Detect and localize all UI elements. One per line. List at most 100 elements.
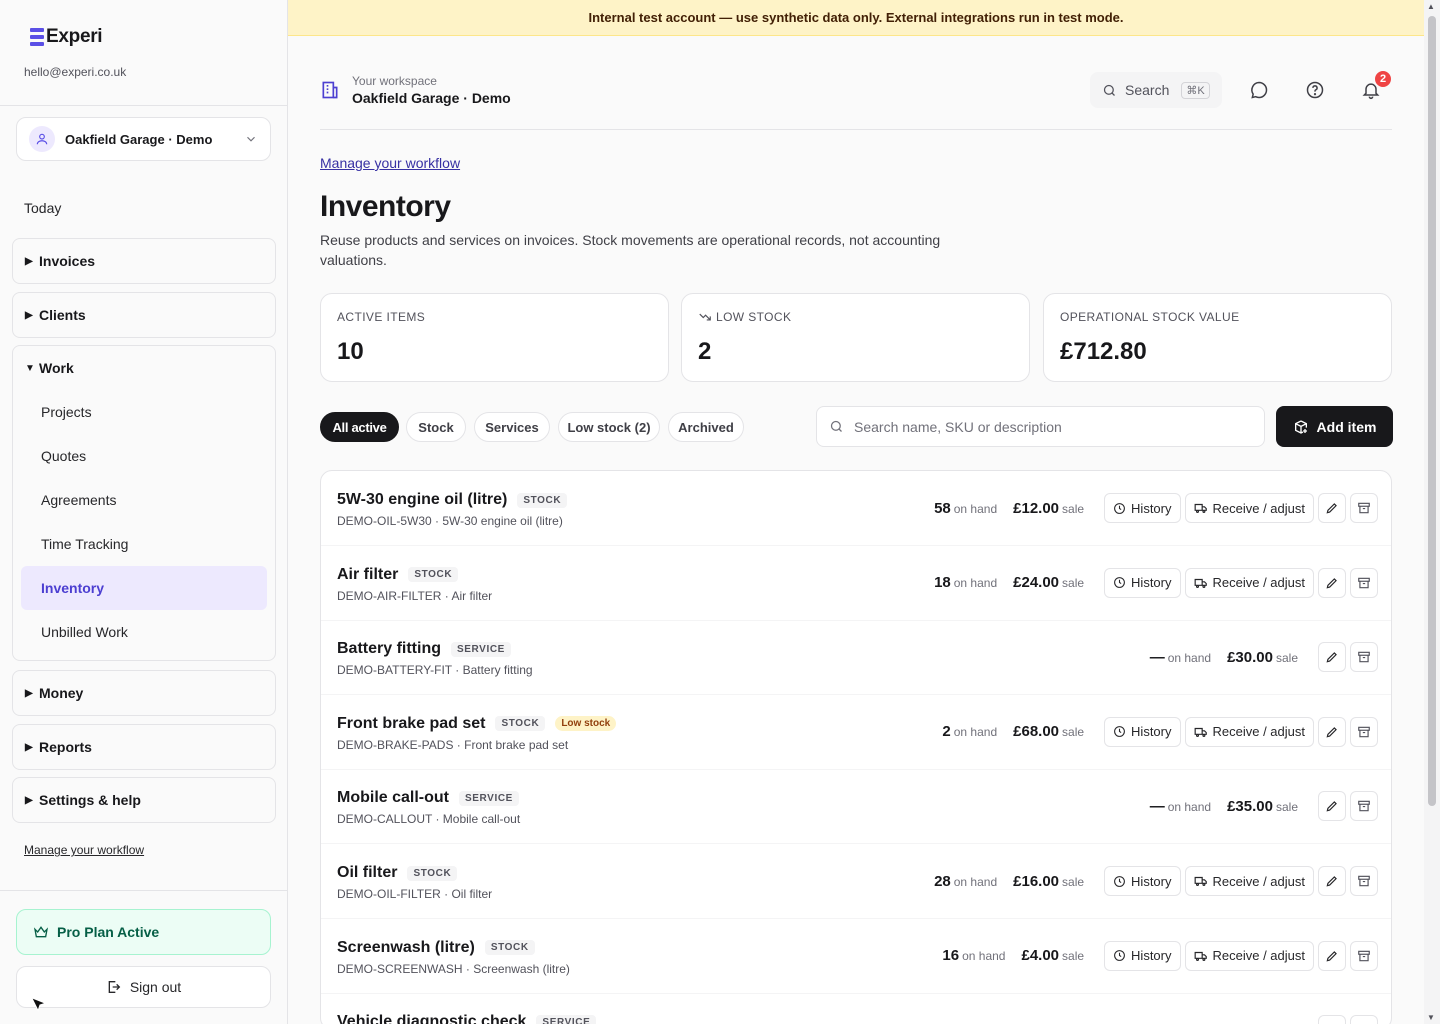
filter-all-active[interactable]: All active [320, 412, 399, 442]
scroll-down-icon[interactable]: ▼ [1427, 1013, 1435, 1022]
history-button[interactable]: History [1104, 716, 1181, 747]
inventory-row: 5W-30 engine oil (litre) STOCK DEMO-OIL-5W… [321, 471, 1391, 546]
clock-icon [1114, 502, 1125, 514]
item-sku-description: DEMO-SCREENWASH · Screenwash (litre) [337, 961, 570, 976]
brand-name: Experi [46, 26, 103, 47]
edit-button[interactable] [1318, 791, 1346, 822]
item-name[interactable]: Mobile call-out [337, 789, 449, 807]
stat-card-active-items: ACTIVE ITEMS 10 [320, 293, 669, 382]
nav-today[interactable]: Today [24, 200, 61, 216]
filter-archived[interactable]: Archived [668, 412, 744, 442]
edit-button[interactable] [1318, 493, 1346, 523]
archive-button[interactable] [1350, 493, 1378, 523]
add-item-button[interactable]: Add item [1276, 406, 1393, 447]
archive-button[interactable] [1350, 642, 1378, 673]
edit-button[interactable] [1318, 716, 1346, 747]
scrollbar-thumb[interactable] [1428, 16, 1436, 806]
user-icon [29, 126, 55, 152]
pencil-icon [1326, 801, 1337, 812]
sign-out-button[interactable]: Sign out [16, 966, 271, 1008]
filter-services[interactable]: Services [474, 412, 550, 442]
manage-workflow-link[interactable]: Manage your workflow [24, 843, 144, 857]
plan-status[interactable]: Pro Plan Active [16, 909, 271, 955]
messages-button[interactable] [1246, 77, 1272, 103]
receive-adjust-button[interactable]: Receive / adjust [1184, 716, 1314, 747]
item-name[interactable]: Battery fitting [337, 640, 441, 658]
item-name[interactable]: Oil filter [337, 864, 397, 882]
archive-button[interactable] [1350, 1015, 1378, 1024]
nav-group-reports[interactable]: ▶ Reports [12, 724, 276, 770]
sidebar-item-quotes[interactable]: Quotes [21, 434, 267, 478]
inventory-search [816, 406, 1265, 447]
stat-value: 2 [698, 338, 712, 365]
low-stock-badge: Low stock [555, 716, 617, 732]
edit-button[interactable] [1318, 1015, 1346, 1024]
sale-price-value: £16.00 [1013, 872, 1060, 890]
item-name[interactable]: Air filter [337, 566, 398, 584]
brand-logo[interactable]: Experi [30, 26, 103, 48]
sidebar-item-inventory[interactable]: Inventory [21, 566, 267, 610]
archive-button[interactable] [1350, 567, 1378, 598]
workspace-select[interactable]: Oakfield Garage · Demo [16, 117, 271, 161]
item-name[interactable]: Front brake pad set [337, 715, 485, 733]
app-root: Experi hello@experi.co.uk Oakfield Garag… [0, 0, 1440, 1024]
pencil-icon [1326, 726, 1337, 738]
sign-out-label: Sign out [129, 979, 182, 995]
sidebar-item-projects[interactable]: Projects [21, 390, 267, 434]
triangle-down-icon: ▼ [25, 362, 35, 374]
filter-low-stock[interactable]: Low stock (2) [558, 412, 660, 442]
nav-group-settings[interactable]: ▶ Settings & help [12, 777, 276, 823]
sale-label: sale [1062, 725, 1085, 740]
history-button[interactable]: History [1104, 940, 1181, 971]
receive-adjust-button[interactable]: Receive / adjust [1184, 493, 1314, 523]
archive-button[interactable] [1350, 791, 1378, 822]
test-mode-banner: Internal test account — use synthetic da… [288, 0, 1424, 36]
on-hand-label: on hand [953, 501, 998, 516]
mouse-cursor-icon [30, 996, 47, 1012]
stat-value: £712.80 [1060, 338, 1147, 365]
receive-adjust-label: Receive / adjust [1212, 873, 1306, 889]
receive-adjust-button[interactable]: Receive / adjust [1184, 866, 1314, 896]
edit-button[interactable] [1318, 642, 1346, 673]
item-name[interactable]: Screenwash (litre) [337, 939, 475, 957]
edit-button[interactable] [1318, 940, 1346, 971]
manage-workflow-link[interactable]: Manage your workflow [320, 155, 460, 171]
scroll-up-icon[interactable]: ▲ [1427, 2, 1435, 11]
filter-stock[interactable]: Stock [406, 412, 466, 442]
inventory-list: 5W-30 engine oil (litre) STOCK DEMO-OIL-5W… [320, 470, 1392, 1024]
sale-label: sale [1062, 501, 1085, 516]
global-search-button[interactable]: Search ⌘K [1090, 72, 1222, 108]
sidebar-item-agreements[interactable]: Agreements [21, 478, 267, 522]
page-scrollbar[interactable]: ▲ ▼ [1424, 0, 1440, 1024]
item-name[interactable]: 5W-30 engine oil (litre) [337, 491, 507, 509]
nav-group-invoices[interactable]: ▶ Invoices [12, 238, 276, 284]
history-label: History [1131, 724, 1172, 740]
sidebar-item-time-tracking[interactable]: Time Tracking [21, 522, 267, 566]
item-actions: — on hand £30.00 sale [1150, 642, 1378, 673]
edit-button[interactable] [1318, 866, 1346, 896]
history-button[interactable]: History [1104, 567, 1181, 598]
nav-group-clients[interactable]: ▶ Clients [12, 292, 276, 338]
archive-button[interactable] [1350, 866, 1378, 896]
archive-button[interactable] [1350, 716, 1378, 747]
archive-button[interactable] [1350, 940, 1378, 971]
sidebar-item-unbilled-work[interactable]: Unbilled Work [21, 610, 267, 654]
nav-group-label: Invoices [39, 253, 96, 269]
history-button[interactable]: History [1104, 866, 1181, 896]
receive-adjust-button[interactable]: Receive / adjust [1184, 567, 1314, 598]
clock-icon [1114, 726, 1125, 738]
item-sku-description: DEMO-AIR-FILTER · Air filter [337, 588, 493, 603]
stat-card-low-stock: LOW STOCK 2 [681, 293, 1030, 382]
item-actions: 18 on hand £24.00 sale History Receive / adju… [934, 567, 1378, 598]
edit-button[interactable] [1318, 567, 1346, 598]
inventory-search-input[interactable] [854, 418, 1264, 435]
nav-group-work-toggle[interactable]: ▼ Work [13, 346, 275, 390]
stat-label-row: LOW STOCK [698, 310, 1013, 324]
stat-value: 10 [337, 338, 364, 365]
item-name[interactable]: Vehicle diagnostic check [337, 1013, 526, 1024]
nav-group-money[interactable]: ▶ Money [12, 670, 276, 716]
receive-adjust-button[interactable]: Receive / adjust [1184, 940, 1314, 971]
help-button[interactable] [1302, 77, 1328, 103]
history-button[interactable]: History [1104, 493, 1181, 523]
history-label: History [1131, 500, 1172, 516]
